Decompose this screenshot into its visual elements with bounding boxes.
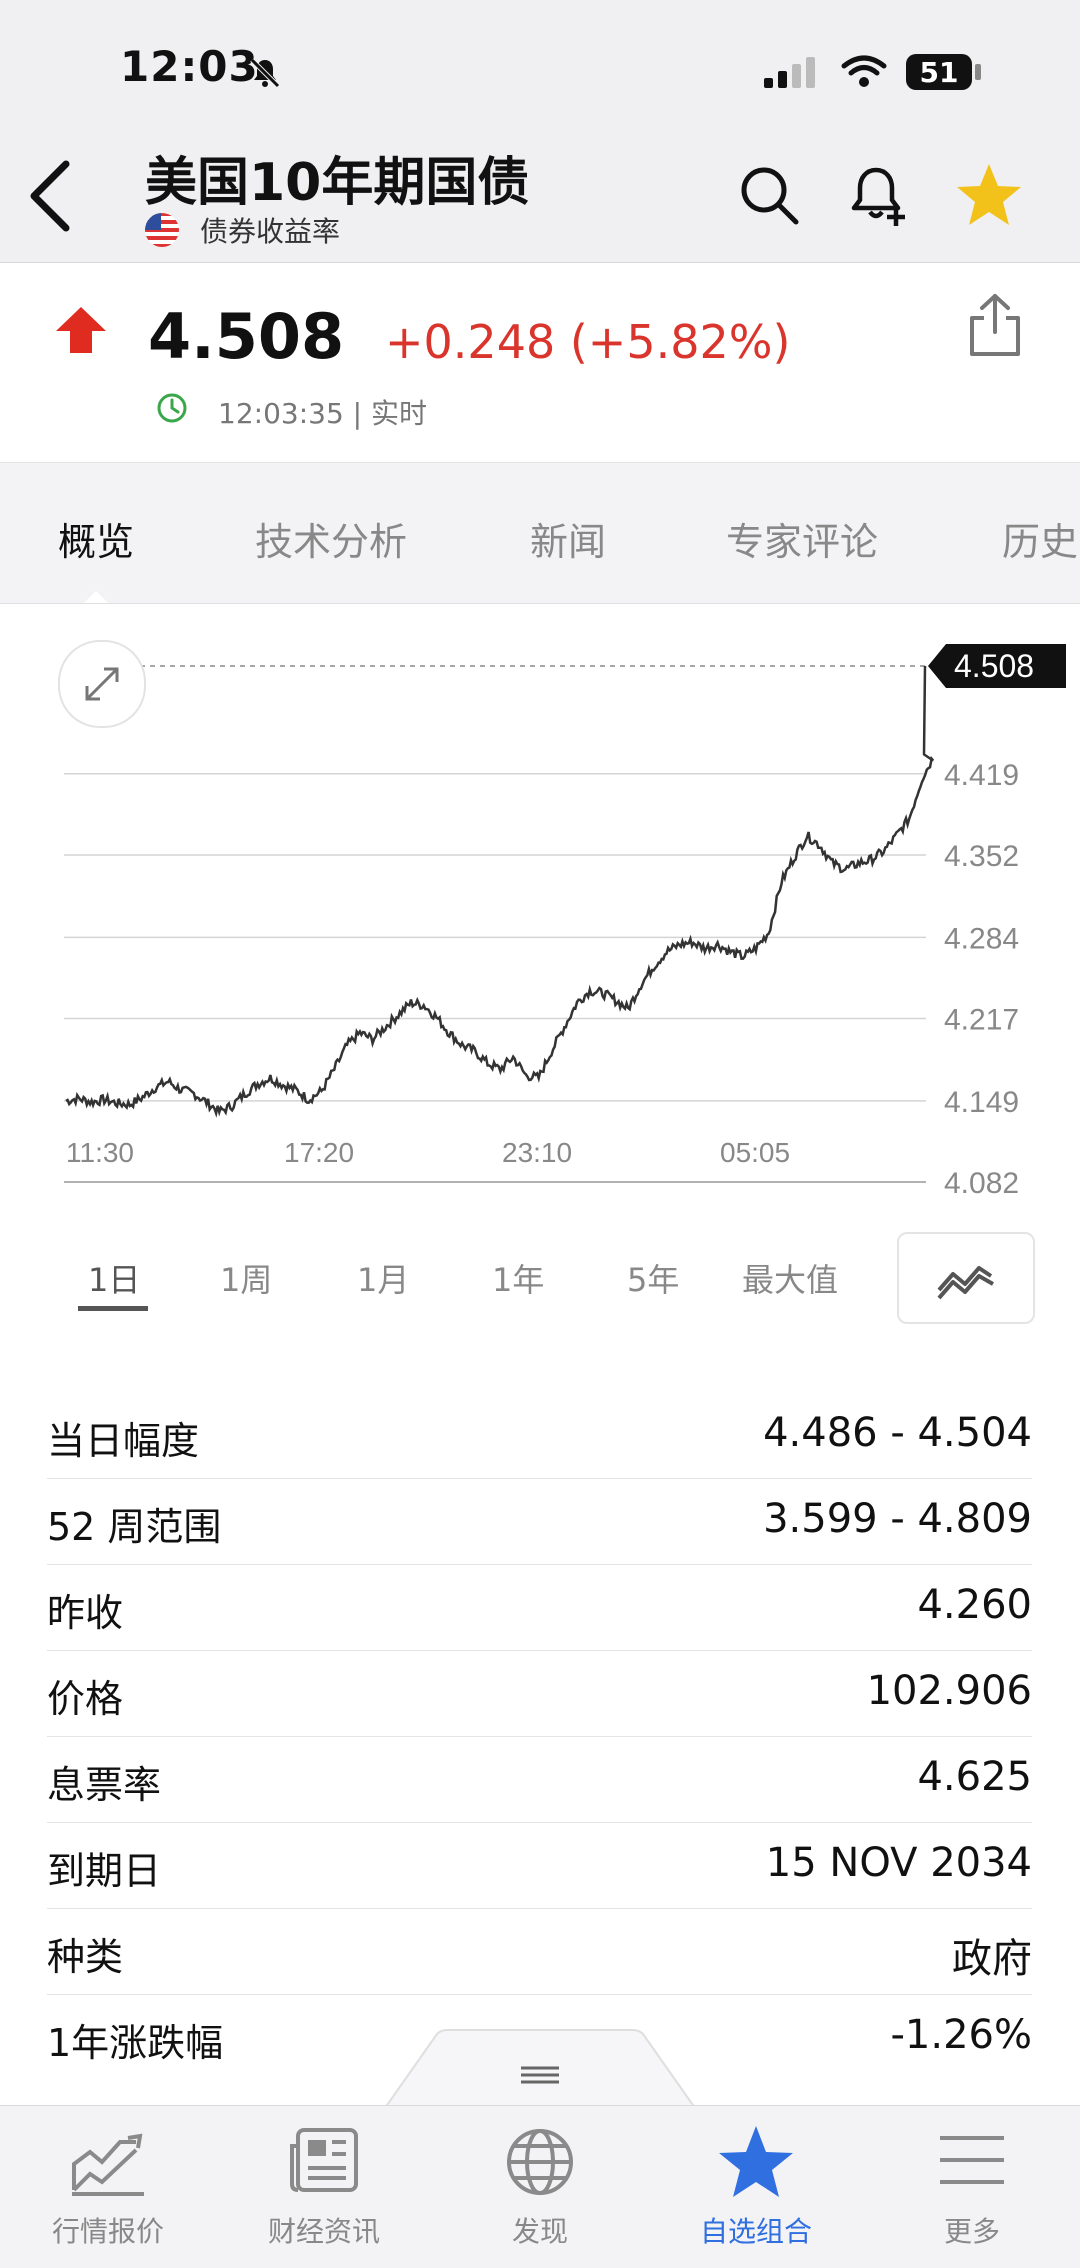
nav-label: 更多 <box>943 2215 1000 2248</box>
range-1m[interactable]: 1月 <box>357 1255 409 1301</box>
stat-label: 息票率 <box>47 1763 162 1807</box>
stat-row: 到期日 15 NOV 2034 <box>47 1822 1032 1909</box>
x-tick-label: 17:20 <box>284 1137 354 1168</box>
nav-discover[interactable]: 发现 <box>432 2106 648 2268</box>
clock-icon <box>157 393 187 423</box>
battery-level: 51 <box>919 56 959 89</box>
search-icon[interactable] <box>738 164 802 228</box>
stat-label: 52 周范围 <box>47 1505 222 1549</box>
header: 美国10年期国债 债券收益率 <box>0 140 1080 263</box>
page-subtitle: 债券收益率 <box>200 215 341 248</box>
stat-label: 1年涨跌幅 <box>47 2021 224 2065</box>
page-title: 美国10年期国债 <box>145 153 530 213</box>
y-tick-label: 4.419 <box>944 759 1019 792</box>
stat-label: 昨收 <box>47 1591 124 1635</box>
stat-row: 息票率 4.625 <box>47 1736 1032 1823</box>
nav-label: 财经资讯 <box>267 2215 380 2248</box>
star-icon <box>719 2126 793 2197</box>
drawer-handle[interactable] <box>385 2028 695 2108</box>
nav-label: 自选组合 <box>699 2215 812 2248</box>
battery-tip <box>975 64 981 80</box>
menu-icon <box>940 2136 1004 2184</box>
stat-label: 到期日 <box>47 1849 162 1893</box>
range-1y[interactable]: 1年 <box>492 1255 544 1301</box>
chart-canvas: 4.419 4.352 4.284 4.217 4.149 4.082 11:30 17:2… <box>64 644 1066 1200</box>
favorite-star-icon[interactable] <box>954 160 1024 230</box>
chart-icon <box>72 2133 144 2196</box>
stat-value: -1.26% <box>890 2012 1032 2058</box>
mute-bell-icon <box>250 58 280 88</box>
stat-row: 52 周范围 3.599 - 4.809 <box>47 1478 1032 1565</box>
stat-label: 种类 <box>47 1935 124 1979</box>
x-tick-label: 23:10 <box>502 1137 572 1168</box>
add-alert-icon[interactable] <box>846 162 914 230</box>
globe-icon <box>507 2129 573 2195</box>
stat-value: 15 NOV 2034 <box>765 1840 1032 1886</box>
range-1d[interactable]: 1日 <box>88 1255 140 1301</box>
nav-watchlist[interactable]: 自选组合 <box>648 2106 864 2268</box>
y-tick-label: 4.284 <box>944 922 1019 955</box>
bottom-nav: 行情报价 财经资讯 发现 自选组合 更多 <box>0 2105 1080 2268</box>
wifi-icon <box>841 55 887 87</box>
price-change: +0.248 (+5.82%) <box>385 315 791 369</box>
range-active-underline <box>78 1306 148 1311</box>
tab-news[interactable]: 新闻 <box>530 511 606 566</box>
status-bar: 12:03 51 <box>0 0 1080 140</box>
y-tick-label: 4.217 <box>944 1003 1019 1036</box>
range-1w[interactable]: 1周 <box>220 1255 272 1301</box>
status-time: 12:03 <box>120 42 259 91</box>
stat-value: 4.486 - 4.504 <box>763 1410 1032 1456</box>
stat-row: 昨收 4.260 <box>47 1564 1032 1651</box>
price-line <box>65 665 935 1118</box>
price-chart: 4.419 4.352 4.284 4.217 4.149 4.082 11:30 17:2… <box>0 604 1080 1204</box>
y-tick-label: 4.352 <box>944 840 1019 873</box>
stat-label: 价格 <box>47 1677 124 1721</box>
stat-row: 当日幅度 4.486 - 4.504 <box>47 1392 1032 1479</box>
news-icon <box>290 2128 358 2192</box>
stat-row: 种类 政府 <box>47 1908 1032 1995</box>
tab-history[interactable]: 历史 <box>1002 511 1078 566</box>
nav-label: 发现 <box>511 2215 568 2248</box>
nav-news[interactable]: 财经资讯 <box>216 2106 432 2268</box>
x-tick-label: 11:30 <box>66 1137 134 1168</box>
stat-value: 3.599 - 4.809 <box>763 1496 1032 1542</box>
last-value-label: 4.508 <box>954 648 1034 684</box>
tab-overview[interactable]: 概览 <box>58 511 134 566</box>
y-tick-label: 4.082 <box>944 1167 1019 1200</box>
share-icon[interactable] <box>966 292 1024 358</box>
battery-icon: 51 <box>906 54 972 90</box>
tab-technical[interactable]: 技术分析 <box>255 511 407 566</box>
us-flag-icon <box>145 213 179 247</box>
x-tick-label: 05:05 <box>720 1137 790 1168</box>
stat-value: 4.625 <box>917 1754 1032 1800</box>
nav-label: 行情报价 <box>51 2215 164 2248</box>
expand-icon <box>85 667 119 701</box>
stat-label: 当日幅度 <box>47 1419 200 1463</box>
stat-row: 价格 102.906 <box>47 1650 1032 1737</box>
line-chart-icon <box>937 1266 994 1300</box>
stat-value: 4.260 <box>917 1582 1032 1628</box>
range-5y[interactable]: 5年 <box>627 1255 679 1301</box>
tab-analysis[interactable]: 专家评论 <box>726 511 878 566</box>
expand-chart-button[interactable] <box>58 640 146 728</box>
nav-quotes[interactable]: 行情报价 <box>0 2106 216 2268</box>
nav-more[interactable]: 更多 <box>864 2106 1080 2268</box>
active-tab-indicator <box>84 591 108 603</box>
section-tabs: 概览 技术分析 新闻 专家评论 历史 <box>0 462 1080 604</box>
last-price: 4.508 <box>148 300 345 373</box>
up-arrow-icon <box>56 307 106 353</box>
stat-value: 102.906 <box>866 1668 1032 1714</box>
range-max[interactable]: 最大值 <box>742 1255 838 1301</box>
stat-value: 政府 <box>952 1936 1032 1982</box>
chart-type-button[interactable] <box>897 1232 1035 1324</box>
y-tick-label: 4.149 <box>944 1086 1019 1119</box>
back-icon[interactable] <box>22 158 82 234</box>
quote-timestamp: 12:03:35 | 实时 <box>218 397 427 430</box>
signal-icon <box>764 57 815 88</box>
